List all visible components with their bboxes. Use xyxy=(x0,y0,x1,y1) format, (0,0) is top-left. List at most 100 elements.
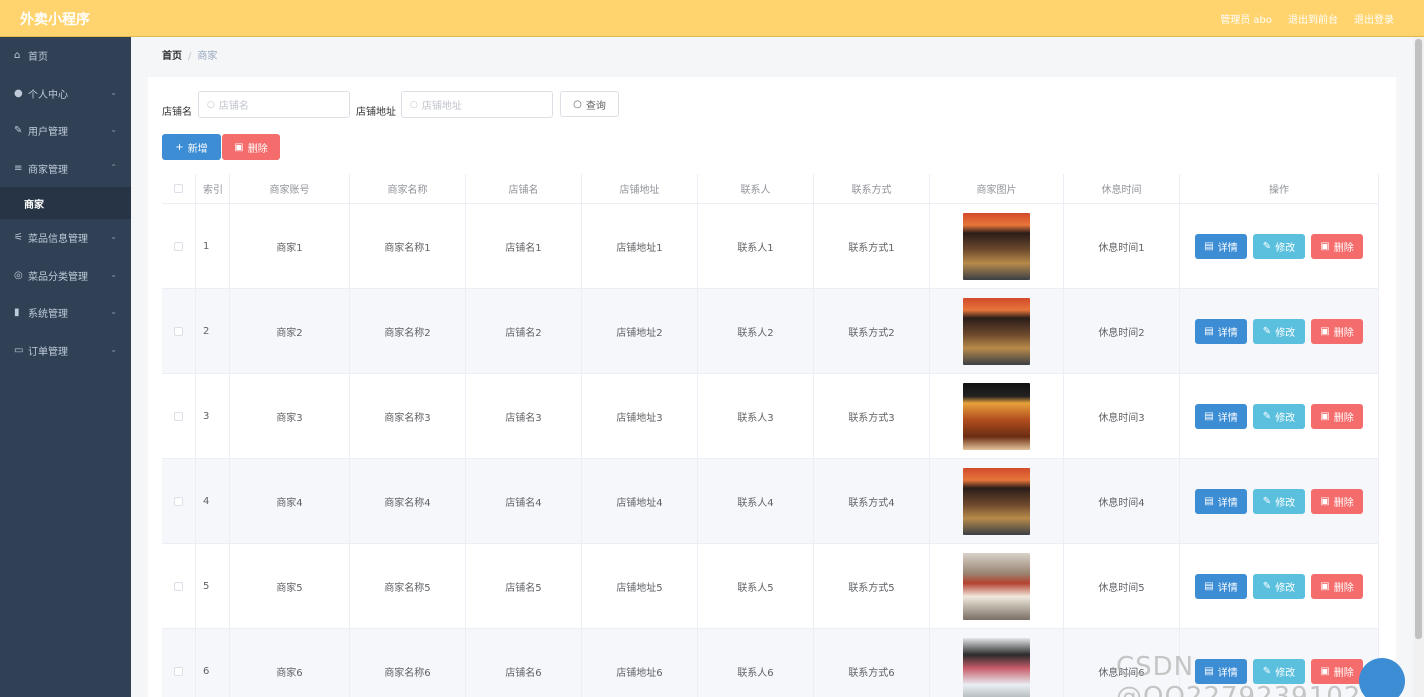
shop-addr-input[interactable]: ○ 店铺地址 xyxy=(401,91,553,118)
sidebar-subitem-merchant[interactable]: 商家 xyxy=(0,187,131,219)
sidebar-item-dish-categories[interactable]: ◎ 菜品分类管理 ⌄ xyxy=(0,257,131,295)
cell-image xyxy=(930,459,1064,543)
scrollbar-thumb[interactable] xyxy=(1415,39,1422,639)
header-shop: 店铺名 xyxy=(466,174,582,203)
sidebar-item-users[interactable]: ✎ 用户管理 ⌄ xyxy=(0,112,131,150)
cell-rest: 休息时间1 xyxy=(1064,204,1180,288)
sidebar-item-profile[interactable]: ● 个人中心 ⌄ xyxy=(0,75,131,113)
cell-account: 商家6 xyxy=(230,629,350,697)
query-button[interactable]: ○ 查询 xyxy=(560,91,619,117)
breadcrumb-home[interactable]: 首页 xyxy=(162,51,182,62)
sidebar-item-home[interactable]: ⌂ 首页 xyxy=(0,37,131,75)
shop-name-label: 店铺名 xyxy=(162,107,192,118)
edit-icon: ✎ xyxy=(1262,495,1272,507)
cell-ops: ▤ 详情 ✎ 修改 ▣ 删除 xyxy=(1180,544,1379,628)
cell-shop: 店铺名6 xyxy=(466,629,582,697)
row-checkbox[interactable] xyxy=(174,496,183,506)
edit-button[interactable]: ✎ 修改 xyxy=(1253,573,1305,599)
cell-account: 商家5 xyxy=(230,544,350,628)
delete-button[interactable]: ▣ 删除 xyxy=(1311,403,1363,429)
row-checkbox[interactable] xyxy=(174,326,183,336)
shop-image[interactable] xyxy=(963,297,1030,365)
detail-button[interactable]: ▤ 详情 xyxy=(1195,573,1247,599)
row-select-cell xyxy=(162,629,196,697)
header-image: 商家图片 xyxy=(930,174,1064,203)
edit-button[interactable]: ✎ 修改 xyxy=(1253,233,1305,259)
row-checkbox[interactable] xyxy=(174,411,183,421)
sidebar-item-orders[interactable]: ▭ 订单管理 ⌄ xyxy=(0,332,131,370)
cell-index: 4 xyxy=(196,459,230,543)
shop-image[interactable] xyxy=(963,467,1030,535)
cell-rest: 休息时间5 xyxy=(1064,544,1180,628)
detail-button[interactable]: ▤ 详情 xyxy=(1195,403,1247,429)
cell-phone: 联系方式4 xyxy=(814,459,930,543)
document-icon: ▤ xyxy=(1204,580,1214,592)
floating-button[interactable] xyxy=(1359,658,1405,697)
sidebar-item-merchants[interactable]: ≡ 商家管理 ⌃ xyxy=(0,150,131,188)
delete-button[interactable]: ▣ 删除 xyxy=(1311,318,1363,344)
sidebar-item-label: 菜品信息管理 xyxy=(28,234,88,246)
table-row: 1 商家1 商家名称1 店铺名1 店铺地址1 联系人1 联系方式1 休息时间1 ▤ 详情 ✎ 修改 ▣ 删… xyxy=(162,204,1379,289)
add-button[interactable]: + 新增 xyxy=(162,134,221,160)
delete-label: 删除 xyxy=(1333,412,1354,424)
scrollbar[interactable] xyxy=(1413,37,1424,697)
sidebar-item-system[interactable]: ▮ 系统管理 ⌄ xyxy=(0,294,131,332)
delete-button[interactable]: ▣ 删除 xyxy=(1311,573,1363,599)
document-icon: ▤ xyxy=(1204,495,1214,507)
row-select-cell xyxy=(162,204,196,288)
shop-image[interactable] xyxy=(963,637,1030,697)
edit-icon: ✎ xyxy=(1262,325,1272,337)
table-row: 3 商家3 商家名称3 店铺名3 店铺地址3 联系人3 联系方式3 休息时间3 ▤ 详情 ✎ 修改 ▣ 删… xyxy=(162,374,1379,459)
table-body: 1 商家1 商家名称1 店铺名1 店铺地址1 联系人1 联系方式1 休息时间1 ▤ 详情 ✎ 修改 ▣ 删… xyxy=(162,204,1379,697)
row-checkbox[interactable] xyxy=(174,666,183,676)
query-label: 查询 xyxy=(585,100,606,112)
row-checkbox[interactable] xyxy=(174,581,183,591)
logout-link[interactable]: 退出登录 xyxy=(1354,11,1394,26)
delete-button[interactable]: ▣ 删除 xyxy=(1311,233,1363,259)
cell-image xyxy=(930,289,1064,373)
delete-button[interactable]: ▣ 删除 xyxy=(1311,488,1363,514)
trash-icon: ▣ xyxy=(1320,325,1330,337)
shop-name-placeholder: 店铺名 xyxy=(218,101,249,112)
edit-button[interactable]: ✎ 修改 xyxy=(1253,403,1305,429)
chevron-down-icon: ⌄ xyxy=(110,269,117,279)
breadcrumb-current: 商家 xyxy=(197,51,218,62)
cell-contact: 联系人4 xyxy=(698,459,814,543)
edit-icon: ✎ xyxy=(1262,410,1272,422)
shop-name-input[interactable]: ○ 店铺名 xyxy=(198,91,350,118)
cell-addr: 店铺地址2 xyxy=(582,289,698,373)
row-checkbox[interactable] xyxy=(174,241,183,251)
header-ops: 操作 xyxy=(1180,174,1379,203)
cell-contact: 联系人2 xyxy=(698,289,814,373)
row-select-cell xyxy=(162,289,196,373)
cell-contact: 联系人6 xyxy=(698,629,814,697)
detail-button[interactable]: ▤ 详情 xyxy=(1195,318,1247,344)
batch-delete-button[interactable]: ▣ 删除 xyxy=(222,134,280,160)
cell-addr: 店铺地址6 xyxy=(582,629,698,697)
sidebar-item-dishes[interactable]: ⚟ 菜品信息管理 ⌄ xyxy=(0,219,131,257)
chevron-down-icon: ⌄ xyxy=(110,87,117,97)
cell-account: 商家2 xyxy=(230,289,350,373)
shop-addr-label: 店铺地址 xyxy=(356,107,396,118)
shop-image[interactable] xyxy=(963,382,1030,450)
detail-label: 详情 xyxy=(1217,412,1238,424)
header-index: 索引 xyxy=(196,174,230,203)
detail-button[interactable]: ▤ 详情 xyxy=(1195,233,1247,259)
header-rest: 休息时间 xyxy=(1064,174,1180,203)
edit-label: 修改 xyxy=(1275,327,1296,339)
edit-button[interactable]: ✎ 修改 xyxy=(1253,318,1305,344)
trash-icon: ▣ xyxy=(234,141,244,153)
home-icon: ⌂ xyxy=(14,50,21,62)
detail-button[interactable]: ▤ 详情 xyxy=(1195,488,1247,514)
select-all-checkbox[interactable] xyxy=(174,184,183,193)
cell-shop: 店铺名2 xyxy=(466,289,582,373)
edit-button[interactable]: ✎ 修改 xyxy=(1253,488,1305,514)
shop-image[interactable] xyxy=(963,552,1030,620)
shop-image[interactable] xyxy=(963,212,1030,280)
cell-image xyxy=(930,204,1064,288)
back-front-link[interactable]: 退出到前台 xyxy=(1288,11,1338,26)
table-row: 5 商家5 商家名称5 店铺名5 店铺地址5 联系人5 联系方式5 休息时间5 ▤ 详情 ✎ 修改 ▣ 删… xyxy=(162,544,1379,629)
cell-shop: 店铺名5 xyxy=(466,544,582,628)
chevron-down-icon: ⌄ xyxy=(110,344,117,354)
cell-contact: 联系人1 xyxy=(698,204,814,288)
